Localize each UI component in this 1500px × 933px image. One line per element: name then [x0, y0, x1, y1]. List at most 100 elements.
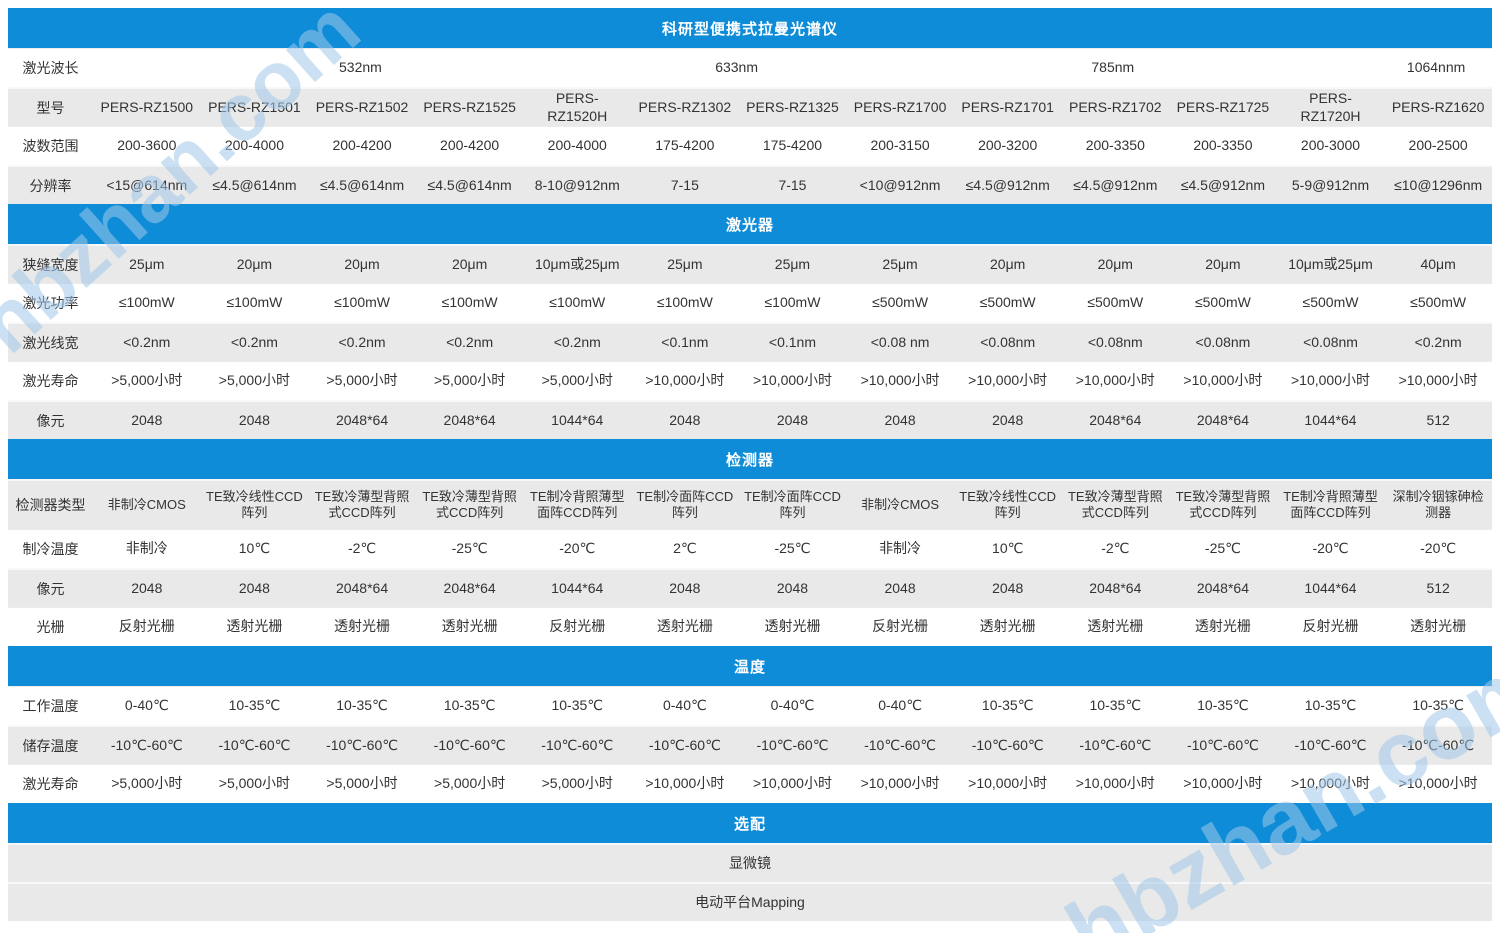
spec-cell: >5,000小时	[308, 765, 416, 803]
spec-sheet-page: 科研型便携式拉曼光谱仪 激光波长532nm633nm785nm1064nnm型号…	[0, 0, 1500, 933]
spec-cell: 2048	[954, 402, 1062, 439]
spec-cell: -10℃-60℃	[308, 727, 416, 764]
row-label: 激光寿命	[8, 765, 93, 803]
spec-cell: 10-35℃	[1061, 687, 1169, 725]
spec-cell: 2048	[954, 570, 1062, 607]
wavelength-cell: 633nm	[628, 49, 846, 87]
spec-cell: 2048*64	[1061, 402, 1169, 439]
spec-cell: >10,000小时	[631, 765, 739, 803]
spec-cell: 175-4200	[739, 127, 847, 165]
spec-cell: <0.08nm	[1277, 324, 1385, 361]
spec-cell: 200-4000	[523, 127, 631, 165]
spec-cell: ≤4.5@912nm	[1169, 167, 1277, 204]
model-cell: PERS-RZ1720H	[1277, 89, 1385, 126]
spec-cell: 透射光栅	[416, 608, 524, 646]
spec-cell: -2℃	[308, 530, 416, 568]
wavelength-cell: 1064nnm	[1380, 49, 1492, 87]
spec-cell: 200-3150	[846, 127, 954, 165]
spec-cell: 透射光栅	[954, 608, 1062, 646]
option-cell: 电动平台Mapping	[8, 884, 1492, 921]
spec-cell: 透射光栅	[631, 608, 739, 646]
spec-cell: 10-35℃	[308, 687, 416, 725]
spec-cell: 20μm	[416, 246, 524, 283]
spec-cell: -10℃-60℃	[631, 727, 739, 764]
spec-cell: 2048*64	[416, 570, 524, 607]
model-cell: PERS-RZ1501	[201, 89, 309, 126]
spec-cell: ≤100mW	[308, 284, 416, 322]
model-cell: PERS-RZ1302	[631, 89, 739, 126]
row-label: 检测器类型	[8, 481, 93, 529]
spec-cell: 2048*64	[416, 402, 524, 439]
spec-cell: TE致冷薄型背照式CCD阵列	[416, 481, 524, 529]
spec-row: 像元204820482048*642048*641044*64204820482…	[8, 400, 1492, 439]
spec-cell: 深制冷铟镓砷检测器	[1384, 481, 1492, 529]
spec-cell: ≤500mW	[1384, 284, 1492, 322]
spec-cell: 反射光栅	[846, 608, 954, 646]
spec-cell: 512	[1384, 570, 1492, 607]
spec-cell: <0.2nm	[416, 324, 524, 361]
spec-cell: 非制冷	[846, 530, 954, 568]
section-header: 温度	[8, 646, 1492, 686]
spec-cell: >10,000小时	[739, 765, 847, 803]
spec-cell: >10,000小时	[1061, 362, 1169, 400]
spec-cell: 25μm	[631, 246, 739, 283]
spec-cell: ≤4.5@614nm	[201, 167, 309, 204]
spec-cell: >10,000小时	[1384, 765, 1492, 803]
spec-cell: <10@912nm	[846, 167, 954, 204]
row-label: 激光功率	[8, 284, 93, 322]
spec-row: 激光波长532nm633nm785nm1064nnm	[8, 48, 1492, 87]
spec-cell: ≤100mW	[416, 284, 524, 322]
spec-row: 像元204820482048*642048*641044*64204820482…	[8, 568, 1492, 607]
spec-cell: 200-3200	[954, 127, 1062, 165]
spec-cell: 7-15	[631, 167, 739, 204]
spec-cell: 2048*64	[1061, 570, 1169, 607]
option-cell: 显微镜	[8, 845, 1492, 882]
spec-cell: 0-40℃	[739, 687, 847, 725]
model-cell: PERS-RZ1502	[308, 89, 416, 126]
spec-cell: <0.08 nm	[846, 324, 954, 361]
spec-cell: -20℃	[1384, 530, 1492, 568]
spec-cell: 10-35℃	[1169, 687, 1277, 725]
spec-cell: 200-4000	[201, 127, 309, 165]
spec-cell: 2048*64	[1169, 570, 1277, 607]
row-label: 激光波长	[8, 49, 93, 87]
model-cell: PERS-RZ1520H	[523, 89, 631, 126]
spec-cell: -10℃-60℃	[523, 727, 631, 764]
spec-cell: 20μm	[201, 246, 309, 283]
model-cell: PERS-RZ1701	[954, 89, 1062, 126]
spec-cell: <0.08nm	[1169, 324, 1277, 361]
table-title: 科研型便携式拉曼光谱仪	[8, 8, 1492, 48]
spec-row: 激光线宽<0.2nm<0.2nm<0.2nm<0.2nm<0.2nm<0.1nm…	[8, 322, 1492, 361]
spec-cell: 200-3350	[1169, 127, 1277, 165]
spec-cell: TE制冷面阵CCD阵列	[631, 481, 739, 529]
spec-cell: 10℃	[201, 530, 309, 568]
spec-cell: ≤500mW	[954, 284, 1062, 322]
spec-cell: ≤4.5@614nm	[416, 167, 524, 204]
spec-cell: 20μm	[1169, 246, 1277, 283]
spec-cell: TE致冷薄型背照式CCD阵列	[308, 481, 416, 529]
spec-cell: ≤500mW	[1169, 284, 1277, 322]
model-cell: PERS-RZ1725	[1169, 89, 1277, 126]
spec-cell: ≤100mW	[631, 284, 739, 322]
spec-cell: 反射光栅	[93, 608, 201, 646]
spec-cell: -25℃	[1169, 530, 1277, 568]
spec-cell: >5,000小时	[416, 362, 524, 400]
spec-cell: <0.08nm	[954, 324, 1062, 361]
spec-cell: ≤4.5@614nm	[308, 167, 416, 204]
spec-row: 储存温度-10℃-60℃-10℃-60℃-10℃-60℃-10℃-60℃-10℃…	[8, 725, 1492, 764]
spec-cell: 2048	[93, 570, 201, 607]
spec-cell: >5,000小时	[201, 765, 309, 803]
spec-cell: 2048	[631, 402, 739, 439]
spec-cell: 2℃	[631, 530, 739, 568]
spec-cell: 200-3000	[1277, 127, 1385, 165]
spec-cell: 20μm	[1061, 246, 1169, 283]
spec-cell: 10-35℃	[954, 687, 1062, 725]
spec-cell: 175-4200	[631, 127, 739, 165]
spec-cell: 512	[1384, 402, 1492, 439]
spec-cell: >10,000小时	[846, 362, 954, 400]
spec-cell: >5,000小时	[523, 765, 631, 803]
spec-cell: 反射光栅	[1277, 608, 1385, 646]
spec-table: 科研型便携式拉曼光谱仪 激光波长532nm633nm785nm1064nnm型号…	[8, 8, 1492, 921]
spec-cell: >5,000小时	[416, 765, 524, 803]
row-label: 激光线宽	[8, 324, 93, 361]
